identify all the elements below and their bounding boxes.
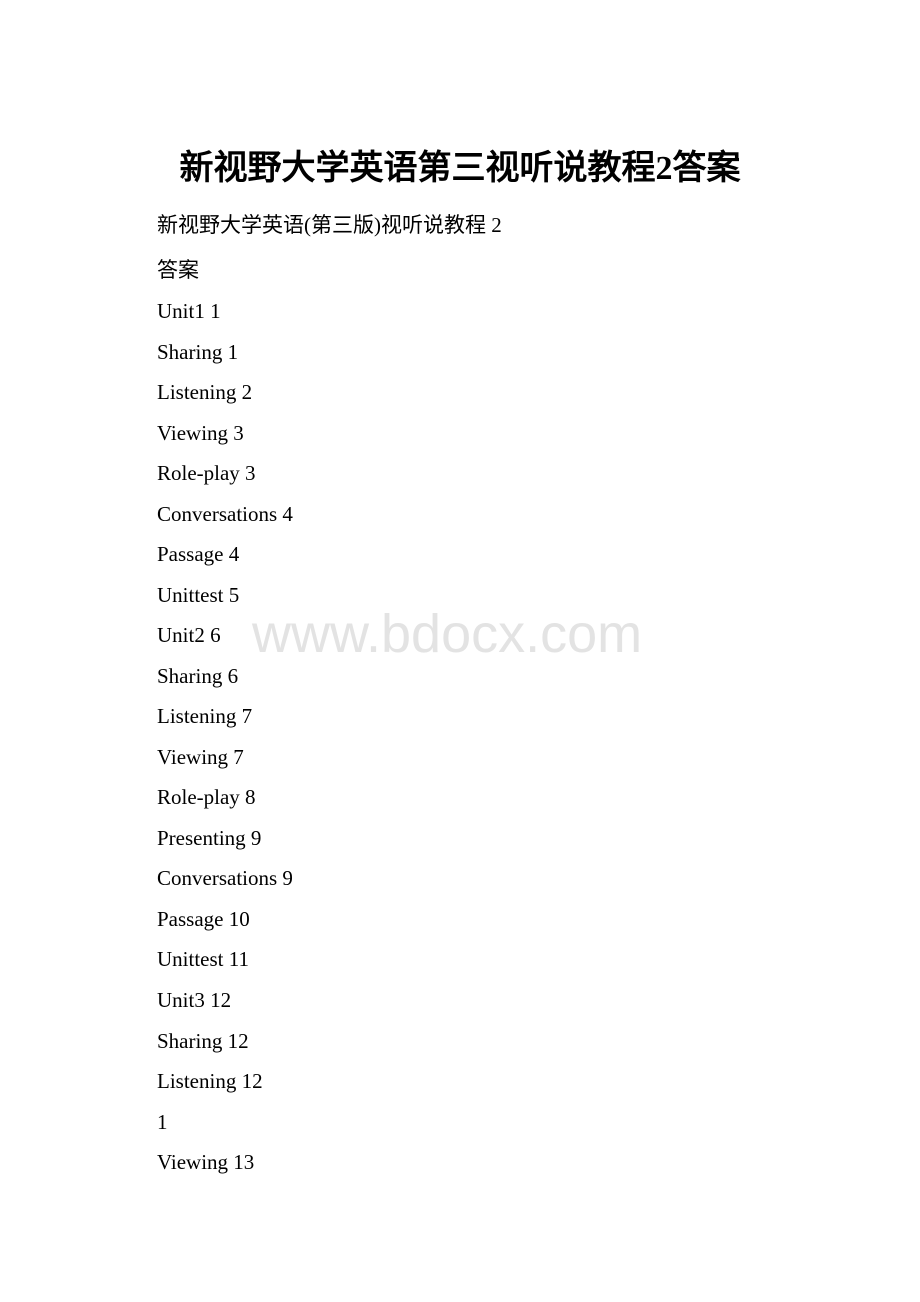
toc-entry: Conversations 9 [157, 866, 293, 890]
toc-entry: Unittest 11 [157, 947, 249, 971]
toc-entry: Sharing 1 [157, 340, 239, 364]
toc-entry: Role-play 8 [157, 785, 256, 809]
toc-entry: Sharing 6 [157, 664, 239, 688]
toc-entry-unit2: Unit2 6 [157, 623, 221, 647]
document-title: 新视野大学英语第三视听说教程2答案 [179, 150, 741, 187]
toc-entry: Viewing 13 [157, 1150, 255, 1174]
watermark: www.bdocx.com [252, 604, 643, 664]
toc-entry: Unittest 5 [157, 583, 240, 607]
toc-entry: Role-play 3 [157, 461, 256, 485]
document-subtitle: 新视野大学英语(第三版)视听说教程 2 [157, 213, 502, 237]
toc-entry: Passage 10 [157, 907, 250, 931]
toc-entry: Viewing 7 [157, 745, 244, 769]
toc-entry: Listening 7 [157, 704, 253, 728]
toc-entry-unit3: Unit3 12 [157, 988, 232, 1012]
toc-entry: Listening 12 [157, 1069, 263, 1093]
toc-entry: Passage 4 [157, 542, 240, 566]
toc-entry-unit1: Unit1 1 [157, 299, 221, 323]
toc-entry: Presenting 9 [157, 826, 262, 850]
page-number: 1 [157, 1110, 168, 1134]
document-subtitle-answers: 答案 [157, 258, 199, 282]
toc-entry: Listening 2 [157, 380, 253, 404]
toc-entry: Conversations 4 [157, 502, 293, 526]
toc-entry: Sharing 12 [157, 1029, 249, 1053]
document-page: 新视野大学英语第三视听说教程2答案 新视野大学英语(第三版)视听说教程 2 答案… [0, 0, 920, 1302]
toc-entry: Viewing 3 [157, 421, 244, 445]
